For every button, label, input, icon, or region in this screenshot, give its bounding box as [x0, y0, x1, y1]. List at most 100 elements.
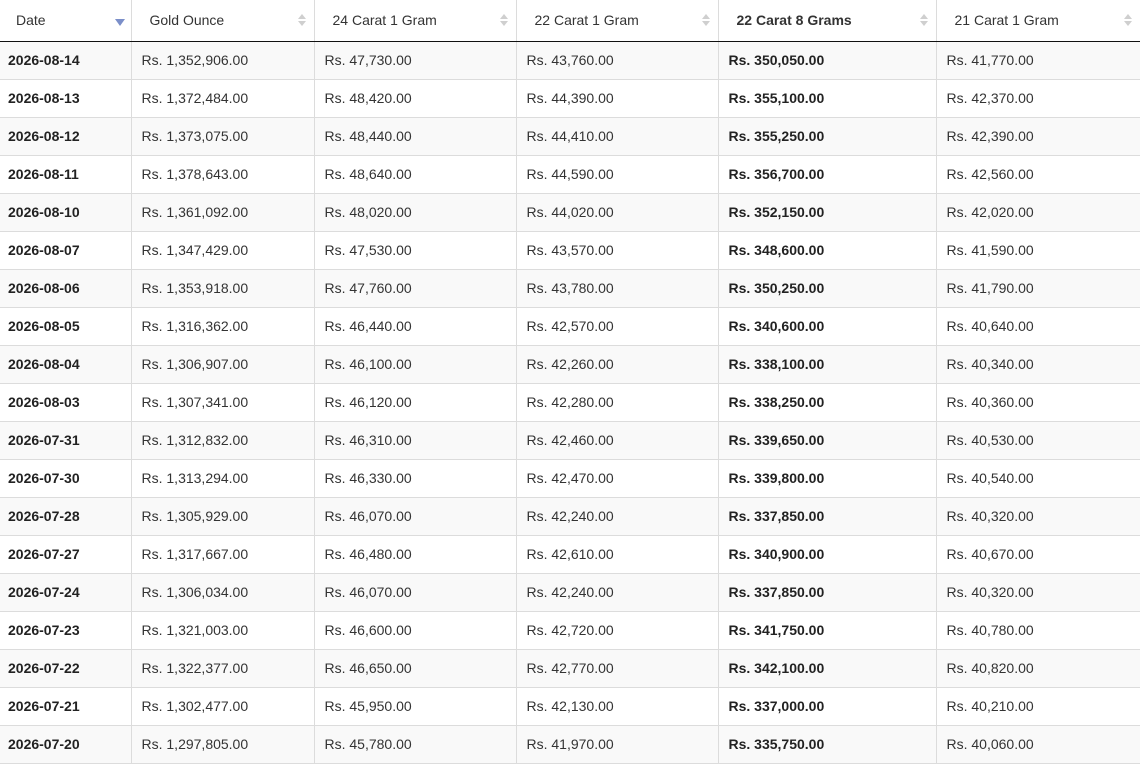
date-cell: 2026-07-28: [0, 497, 132, 536]
date-cell: 2026-07-23: [0, 611, 132, 650]
column-header-gold-ounce[interactable]: Gold Ounce: [131, 0, 315, 42]
carat-21-1g-cell: Rs. 42,560.00: [936, 155, 1140, 194]
carat-22-1g-cell: Rs. 42,470.00: [516, 459, 719, 498]
carat-22-1g-cell: Rs. 42,240.00: [516, 573, 719, 612]
carat-22-8g-cell: Rs. 339,650.00: [718, 421, 937, 460]
carat-21-1g-cell: Rs. 40,820.00: [936, 649, 1140, 688]
table-row: 2026-08-10 Rs. 1,361,092.00 Rs. 48,020.00 R…: [0, 193, 1140, 232]
carat-21-1g-cell: Rs. 42,390.00: [936, 117, 1140, 156]
carat-22-1g-cell: Rs. 42,240.00: [516, 497, 719, 536]
sort-both-icon[interactable]: [1123, 14, 1132, 28]
carat-22-8g-cell: Rs. 340,600.00: [718, 307, 937, 346]
carat-21-1g-cell: Rs. 40,340.00: [936, 345, 1140, 384]
table-row: 2026-07-28 Rs. 1,305,929.00 Rs. 46,070.00 R…: [0, 497, 1140, 536]
carat-21-1g-cell: Rs. 40,670.00: [936, 535, 1140, 574]
carat-22-1g-cell: Rs. 42,610.00: [516, 535, 719, 574]
column-header-label: 24 Carat 1 Gram: [332, 12, 437, 29]
date-cell: 2026-08-14: [0, 41, 132, 80]
column-header-22-carat-1-gram[interactable]: 22 Carat 1 Gram: [516, 0, 719, 42]
date-cell: 2026-07-20: [0, 725, 132, 764]
date-cell: 2026-07-21: [0, 687, 132, 726]
carat-24-1g-cell: Rs. 46,120.00: [314, 383, 517, 422]
gold-ounce-cell: Rs. 1,347,429.00: [131, 231, 315, 270]
carat-21-1g-cell: Rs. 40,540.00: [936, 459, 1140, 498]
carat-24-1g-cell: Rs. 46,310.00: [314, 421, 517, 460]
carat-24-1g-cell: Rs. 46,440.00: [314, 307, 517, 346]
date-cell: 2026-07-27: [0, 535, 132, 574]
carat-22-1g-cell: Rs. 43,570.00: [516, 231, 719, 270]
table-row: 2026-08-13 Rs. 1,372,484.00 Rs. 48,420.00 R…: [0, 79, 1140, 118]
carat-22-8g-cell: Rs. 335,750.00: [718, 725, 937, 764]
date-cell: 2026-08-11: [0, 155, 132, 194]
carat-24-1g-cell: Rs. 46,100.00: [314, 345, 517, 384]
carat-22-8g-cell: Rs. 350,250.00: [718, 269, 937, 308]
carat-22-1g-cell: Rs. 42,770.00: [516, 649, 719, 688]
carat-22-8g-cell: Rs. 350,050.00: [718, 41, 937, 80]
sort-both-icon[interactable]: [919, 14, 928, 28]
gold-price-table: Date Gold Ounce 24 Carat 1 Gram 22 Carat 1 …: [0, 0, 1140, 764]
table-row: 2026-08-03 Rs. 1,307,341.00 Rs. 46,120.00 R…: [0, 383, 1140, 422]
sort-both-icon[interactable]: [297, 14, 306, 28]
carat-22-8g-cell: Rs. 337,850.00: [718, 573, 937, 612]
date-cell: 2026-08-04: [0, 345, 132, 384]
carat-22-8g-cell: Rs. 338,250.00: [718, 383, 937, 422]
carat-21-1g-cell: Rs. 41,770.00: [936, 41, 1140, 80]
date-cell: 2026-08-03: [0, 383, 132, 422]
carat-22-8g-cell: Rs. 348,600.00: [718, 231, 937, 270]
carat-21-1g-cell: Rs. 40,360.00: [936, 383, 1140, 422]
carat-22-1g-cell: Rs. 42,280.00: [516, 383, 719, 422]
gold-ounce-cell: Rs. 1,378,643.00: [131, 155, 315, 194]
table-row: 2026-07-30 Rs. 1,313,294.00 Rs. 46,330.00 R…: [0, 459, 1140, 498]
carat-24-1g-cell: Rs. 46,070.00: [314, 497, 517, 536]
carat-24-1g-cell: Rs. 46,330.00: [314, 459, 517, 498]
carat-22-8g-cell: Rs. 337,850.00: [718, 497, 937, 536]
carat-24-1g-cell: Rs. 46,480.00: [314, 535, 517, 574]
date-cell: 2026-08-13: [0, 79, 132, 118]
sort-descending-icon[interactable]: [114, 19, 125, 26]
carat-24-1g-cell: Rs. 46,070.00: [314, 573, 517, 612]
carat-22-8g-cell: Rs. 356,700.00: [718, 155, 937, 194]
date-cell: 2026-07-31: [0, 421, 132, 460]
table-row: 2026-08-06 Rs. 1,353,918.00 Rs. 47,760.00 R…: [0, 269, 1140, 308]
carat-22-1g-cell: Rs. 44,390.00: [516, 79, 719, 118]
gold-ounce-cell: Rs. 1,312,832.00: [131, 421, 315, 460]
carat-21-1g-cell: Rs. 40,530.00: [936, 421, 1140, 460]
table-header: Date Gold Ounce 24 Carat 1 Gram 22 Carat 1 …: [0, 0, 1140, 42]
carat-21-1g-cell: Rs. 40,060.00: [936, 725, 1140, 764]
date-cell: 2026-07-30: [0, 459, 132, 498]
carat-21-1g-cell: Rs. 40,210.00: [936, 687, 1140, 726]
table-row: 2026-08-14 Rs. 1,352,906.00 Rs. 47,730.00 R…: [0, 41, 1140, 80]
gold-ounce-cell: Rs. 1,302,477.00: [131, 687, 315, 726]
table-row: 2026-08-07 Rs. 1,347,429.00 Rs. 47,530.00 R…: [0, 231, 1140, 270]
carat-22-1g-cell: Rs. 42,130.00: [516, 687, 719, 726]
carat-24-1g-cell: Rs. 47,530.00: [314, 231, 517, 270]
table-row: 2026-07-24 Rs. 1,306,034.00 Rs. 46,070.00 R…: [0, 573, 1140, 612]
carat-24-1g-cell: Rs. 48,440.00: [314, 117, 517, 156]
carat-22-1g-cell: Rs. 44,590.00: [516, 155, 719, 194]
gold-ounce-cell: Rs. 1,297,805.00: [131, 725, 315, 764]
table-row: 2026-07-21 Rs. 1,302,477.00 Rs. 45,950.00 R…: [0, 687, 1140, 726]
carat-22-8g-cell: Rs. 338,100.00: [718, 345, 937, 384]
carat-21-1g-cell: Rs. 40,320.00: [936, 497, 1140, 536]
header-row: Date Gold Ounce 24 Carat 1 Gram 22 Carat 1 …: [0, 0, 1140, 42]
date-cell: 2026-08-05: [0, 307, 132, 346]
column-header-22-carat-8-grams[interactable]: 22 Carat 8 Grams: [718, 0, 937, 42]
carat-24-1g-cell: Rs. 48,420.00: [314, 79, 517, 118]
carat-21-1g-cell: Rs. 40,780.00: [936, 611, 1140, 650]
column-header-24-carat-1-gram[interactable]: 24 Carat 1 Gram: [314, 0, 517, 42]
column-header-label: Date: [16, 12, 46, 29]
date-cell: 2026-07-22: [0, 649, 132, 688]
carat-22-8g-cell: Rs. 355,250.00: [718, 117, 937, 156]
gold-ounce-cell: Rs. 1,306,034.00: [131, 573, 315, 612]
carat-21-1g-cell: Rs. 42,370.00: [936, 79, 1140, 118]
gold-ounce-cell: Rs. 1,361,092.00: [131, 193, 315, 232]
sort-both-icon[interactable]: [701, 14, 710, 28]
carat-21-1g-cell: Rs. 40,320.00: [936, 573, 1140, 612]
carat-22-1g-cell: Rs. 43,780.00: [516, 269, 719, 308]
column-header-21-carat-1-gram[interactable]: 21 Carat 1 Gram: [936, 0, 1140, 42]
date-cell: 2026-08-06: [0, 269, 132, 308]
column-header-date[interactable]: Date: [0, 0, 132, 42]
table-row: 2026-08-05 Rs. 1,316,362.00 Rs. 46,440.00 R…: [0, 307, 1140, 346]
carat-24-1g-cell: Rs. 45,780.00: [314, 725, 517, 764]
sort-both-icon[interactable]: [499, 14, 508, 28]
